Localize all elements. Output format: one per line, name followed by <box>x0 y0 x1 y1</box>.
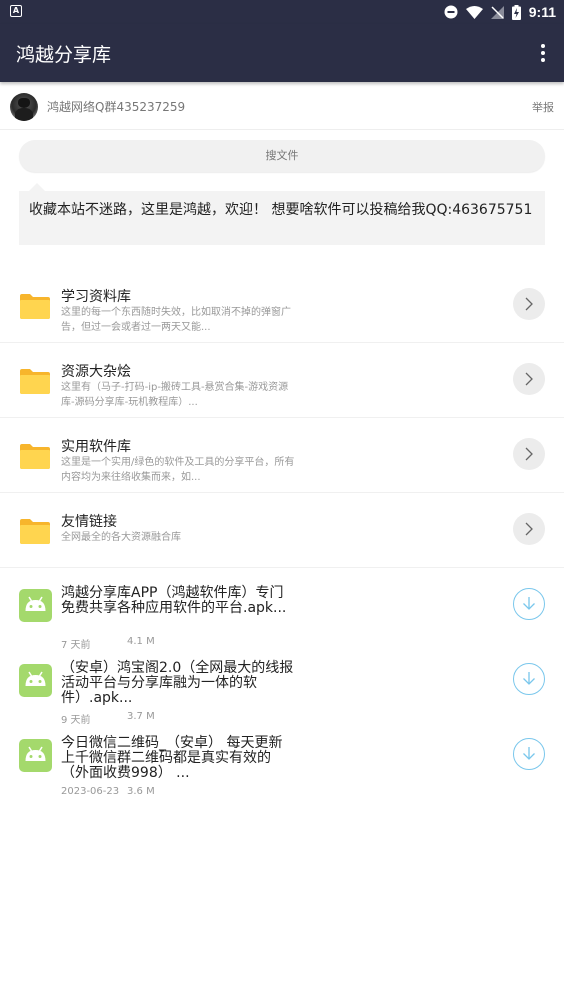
file-name: 今日微信二维码_（安卓） 每天更新上千微信群二维码都是真实有效的（外面收费998… <box>61 735 283 781</box>
chevron-right-icon[interactable] <box>513 363 545 395</box>
folder-icon <box>20 519 50 544</box>
chevron-right-icon[interactable] <box>513 513 545 545</box>
folder-desc: 全网最全的各大资源融合库 <box>61 532 181 543</box>
more-vert-icon[interactable] <box>538 42 548 64</box>
file-item[interactable]: 今日微信二维码_（安卓） 每天更新上千微信群二维码都是真实有效的（外面收费998… <box>0 736 564 811</box>
status-bar: A 9:11 <box>0 0 564 24</box>
file-name: （安卓）鸿宝阁2.0（全网最大的线报活动平台与分享库融为一体的软件）.apk..… <box>61 660 294 706</box>
folder-desc: 这里是一个实用/绿色的软件及工具的分享平台，所有内容均为来往络收集而来，如... <box>61 457 295 483</box>
chevron-right-icon[interactable] <box>513 438 545 470</box>
download-icon[interactable] <box>513 663 545 695</box>
file-size: 3.6 M <box>127 786 155 797</box>
notice-text: 收藏本站不迷路，这里是鸿越，欢迎！ 想要啥软件可以投稿给我QQ:46367575… <box>29 202 533 218</box>
folder-item[interactable]: 学习资料库 这里的每一个东西随时失效，比如取消不掉的弹窗广告，但过一会或者过一两… <box>0 268 564 343</box>
folder-item[interactable]: 实用软件库 这里是一个实用/绿色的软件及工具的分享平台，所有内容均为来往络收集而… <box>0 418 564 493</box>
file-meta: 7 天前 4.1 M <box>61 636 155 651</box>
file-size: 3.7 M <box>127 711 155 722</box>
folder-title: 资源大杂烩 <box>61 364 131 380</box>
file-size: 4.1 M <box>127 636 155 647</box>
folder-title: 学习资料库 <box>61 289 131 305</box>
file-date: 9 天前 <box>61 715 91 726</box>
wifi-icon <box>465 5 483 19</box>
search-input[interactable]: 搜文件 <box>19 140 545 172</box>
download-icon[interactable] <box>513 588 545 620</box>
file-meta: 9 天前 3.7 M <box>61 711 155 726</box>
folder-title: 友情链接 <box>61 514 117 530</box>
chevron-right-icon[interactable] <box>513 288 545 320</box>
do-not-disturb-icon <box>444 5 458 19</box>
folder-desc: 这里的每一个东西随时失效，比如取消不掉的弹窗广告，但过一会或者过一两天又能... <box>61 307 291 333</box>
no-signal-icon <box>490 5 504 19</box>
android-icon <box>19 739 52 772</box>
app-bar: 鸿越分享库 <box>0 24 564 82</box>
report-link[interactable]: 举报 <box>532 99 554 115</box>
folder-icon <box>20 294 50 319</box>
notification-a-icon: A <box>10 5 22 17</box>
file-item[interactable]: （安卓）鸿宝阁2.0（全网最大的线报活动平台与分享库融为一体的软件）.apk..… <box>0 661 564 736</box>
download-icon[interactable] <box>513 738 545 770</box>
file-date: 7 天前 <box>61 640 91 651</box>
search-placeholder: 搜文件 <box>265 149 299 162</box>
folder-item[interactable]: 友情链接 全网最全的各大资源融合库 <box>0 493 564 568</box>
owner-name[interactable]: 鸿越网络Q群435237259 <box>47 98 185 115</box>
folder-item[interactable]: 资源大杂烩 这里有（马子-打码-ip-搬砖工具-悬赏合集-游戏资源库-源码分享库… <box>0 343 564 418</box>
file-list: 鸿越分享库APP（鸿越软件库）专门免费共享各种应用软件的平台.apk... 7 … <box>0 586 564 811</box>
battery-charging-icon <box>511 4 521 20</box>
android-icon <box>19 589 52 622</box>
folder-title: 实用软件库 <box>61 439 131 455</box>
status-icons: 9:11 <box>444 3 556 21</box>
folder-icon <box>20 444 50 469</box>
notice-bubble: 收藏本站不迷路，这里是鸿越，欢迎！ 想要啥软件可以投稿给我QQ:46367575… <box>19 183 545 245</box>
file-date: 2023-06-23 <box>61 786 120 797</box>
file-item[interactable]: 鸿越分享库APP（鸿越软件库）专门免费共享各种应用软件的平台.apk... 7 … <box>0 586 564 661</box>
avatar[interactable] <box>10 93 38 121</box>
status-time: 9:11 <box>528 4 556 20</box>
app-title: 鸿越分享库 <box>16 44 112 66</box>
folder-desc: 这里有（马子-打码-ip-搬砖工具-悬赏合集-游戏资源库-源码分享库-玩机教程库… <box>61 382 289 408</box>
owner-row: 鸿越网络Q群435237259 举报 <box>0 86 564 130</box>
android-icon <box>19 664 52 697</box>
file-meta: 2023-06-23 3.6 M <box>61 786 155 797</box>
file-name: 鸿越分享库APP（鸿越软件库）专门免费共享各种应用软件的平台.apk... <box>61 585 287 616</box>
folder-list: 学习资料库 这里的每一个东西随时失效，比如取消不掉的弹窗广告，但过一会或者过一两… <box>0 268 564 568</box>
folder-icon <box>20 369 50 394</box>
